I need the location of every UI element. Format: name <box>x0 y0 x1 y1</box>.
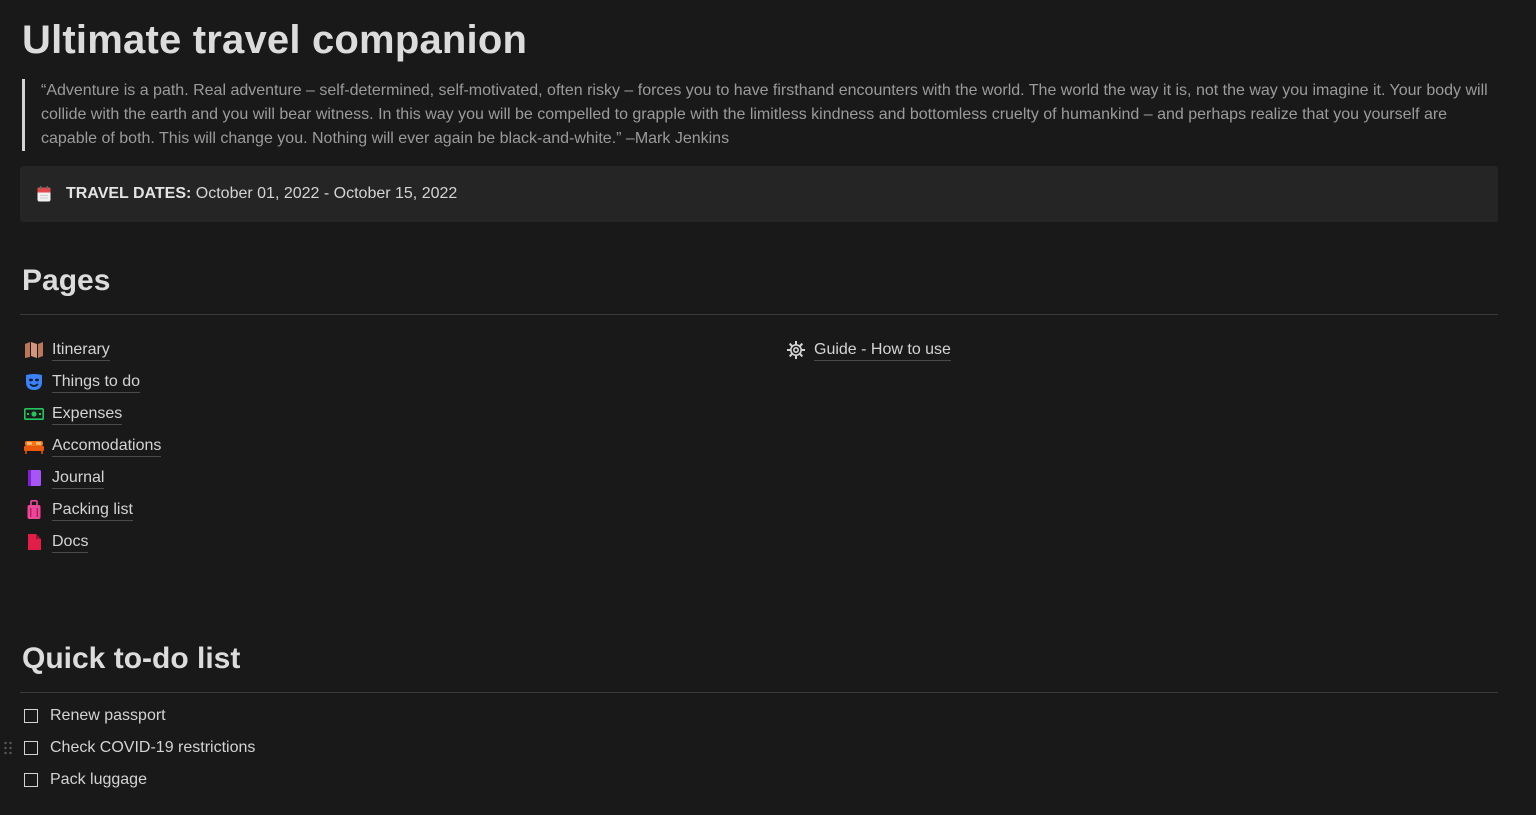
travel-dates-text: TRAVEL DATES: October 01, 2022 - October… <box>66 185 457 203</box>
todo-label: Check COVID-19 restrictions <box>50 739 256 756</box>
page-link-label: Journal <box>52 468 105 489</box>
todo-label: Pack luggage <box>50 771 147 788</box>
page-link-label: Things to do <box>52 372 141 393</box>
document-icon <box>24 532 44 552</box>
page-link-expenses[interactable]: Expenses <box>24 402 123 426</box>
page-link-label: Guide - How to use <box>814 340 951 361</box>
performing-arts-icon <box>24 372 44 392</box>
calendar-icon <box>37 186 51 202</box>
page-title: Ultimate travel companion <box>22 18 528 62</box>
page-link-label: Itinerary <box>52 340 110 361</box>
pages-divider <box>20 314 1498 315</box>
todo-item: Pack luggage <box>24 768 147 792</box>
quote-block: “Adventure is a path. Real adventure – s… <box>22 79 1499 151</box>
page-link-docs[interactable]: Docs <box>24 530 89 554</box>
map-icon <box>24 340 44 360</box>
todo-checkbox[interactable] <box>24 741 38 755</box>
money-icon <box>24 404 44 424</box>
page-link-guide[interactable]: Guide - How to use <box>786 338 951 362</box>
page: Ultimate travel companion “Adventure is … <box>0 0 1536 815</box>
travel-dates-callout: TRAVEL DATES: October 01, 2022 - October… <box>20 166 1498 222</box>
page-link-itinerary[interactable]: Itinerary <box>24 338 110 362</box>
bed-icon <box>24 436 44 456</box>
page-link-packing-list[interactable]: Packing list <box>24 498 133 522</box>
page-link-label: Expenses <box>52 404 123 425</box>
travel-dates-value: October 01, 2022 - October 15, 2022 <box>191 185 458 202</box>
travel-dates-label: TRAVEL DATES: <box>66 185 192 202</box>
page-link-things-to-do[interactable]: Things to do <box>24 370 141 394</box>
todo-checkbox[interactable] <box>24 773 38 787</box>
todo-item: Check COVID-19 restrictions <box>24 736 255 760</box>
todo-divider <box>20 692 1498 693</box>
page-link-label: Docs <box>52 532 89 553</box>
page-link-label: Packing list <box>52 500 133 521</box>
todo-checkbox[interactable] <box>24 709 38 723</box>
pages-heading: Pages <box>22 264 111 297</box>
luggage-icon <box>24 500 44 520</box>
gear-icon <box>786 340 806 360</box>
page-link-accomodations[interactable]: Accomodations <box>24 434 162 458</box>
todo-label: Renew passport <box>50 707 166 724</box>
todo-heading: Quick to-do list <box>22 642 241 675</box>
notebook-icon <box>24 468 44 488</box>
page-link-journal[interactable]: Journal <box>24 466 105 490</box>
drag-handle-icon[interactable] <box>3 740 13 756</box>
page-link-label: Accomodations <box>52 436 162 457</box>
todo-item: Renew passport <box>24 704 166 728</box>
